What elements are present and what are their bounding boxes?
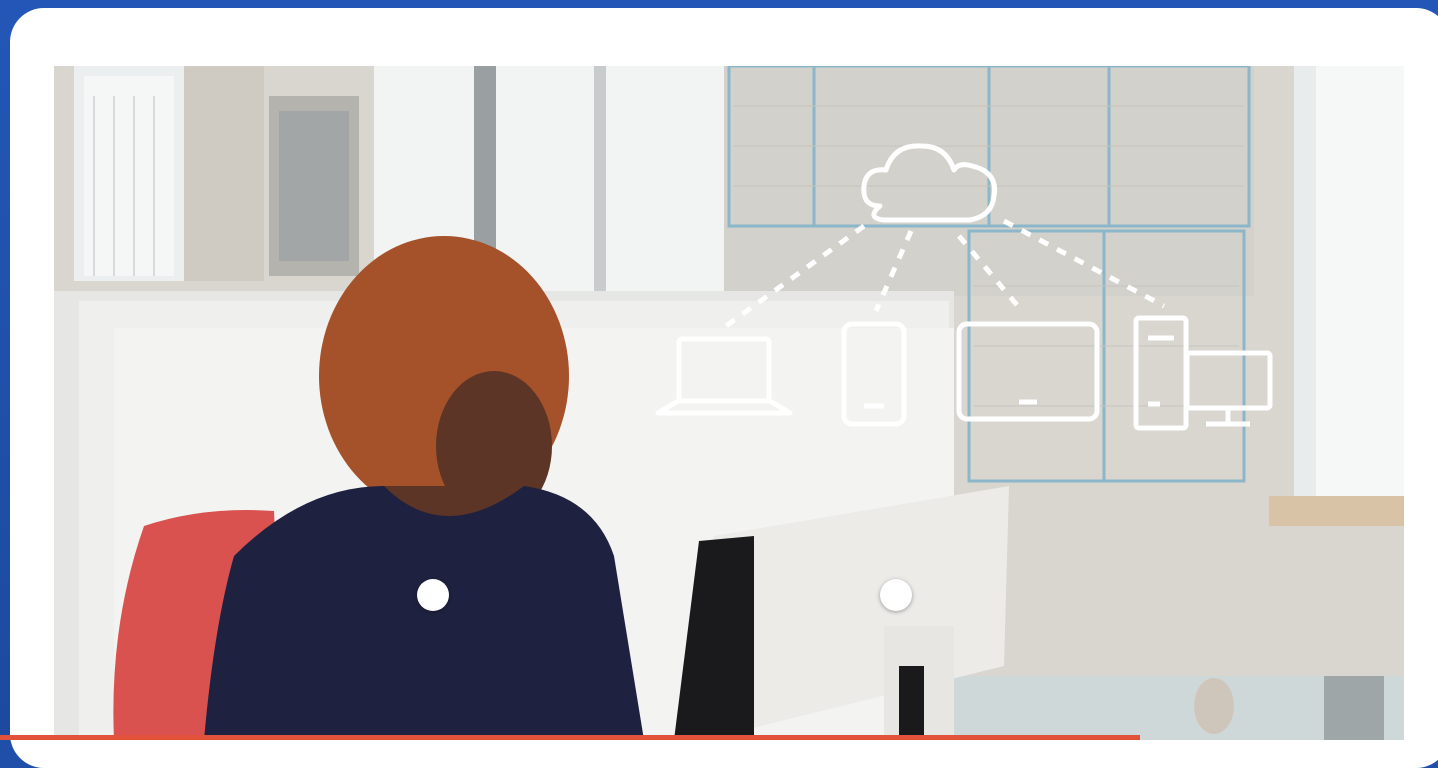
office-scene	[54, 66, 1404, 740]
hotspot-monitor[interactable]	[880, 579, 912, 611]
hero-photo	[54, 66, 1404, 740]
app-frame	[0, 0, 1438, 768]
accent-bar	[0, 735, 1140, 740]
hotspot-person[interactable]	[417, 579, 449, 611]
